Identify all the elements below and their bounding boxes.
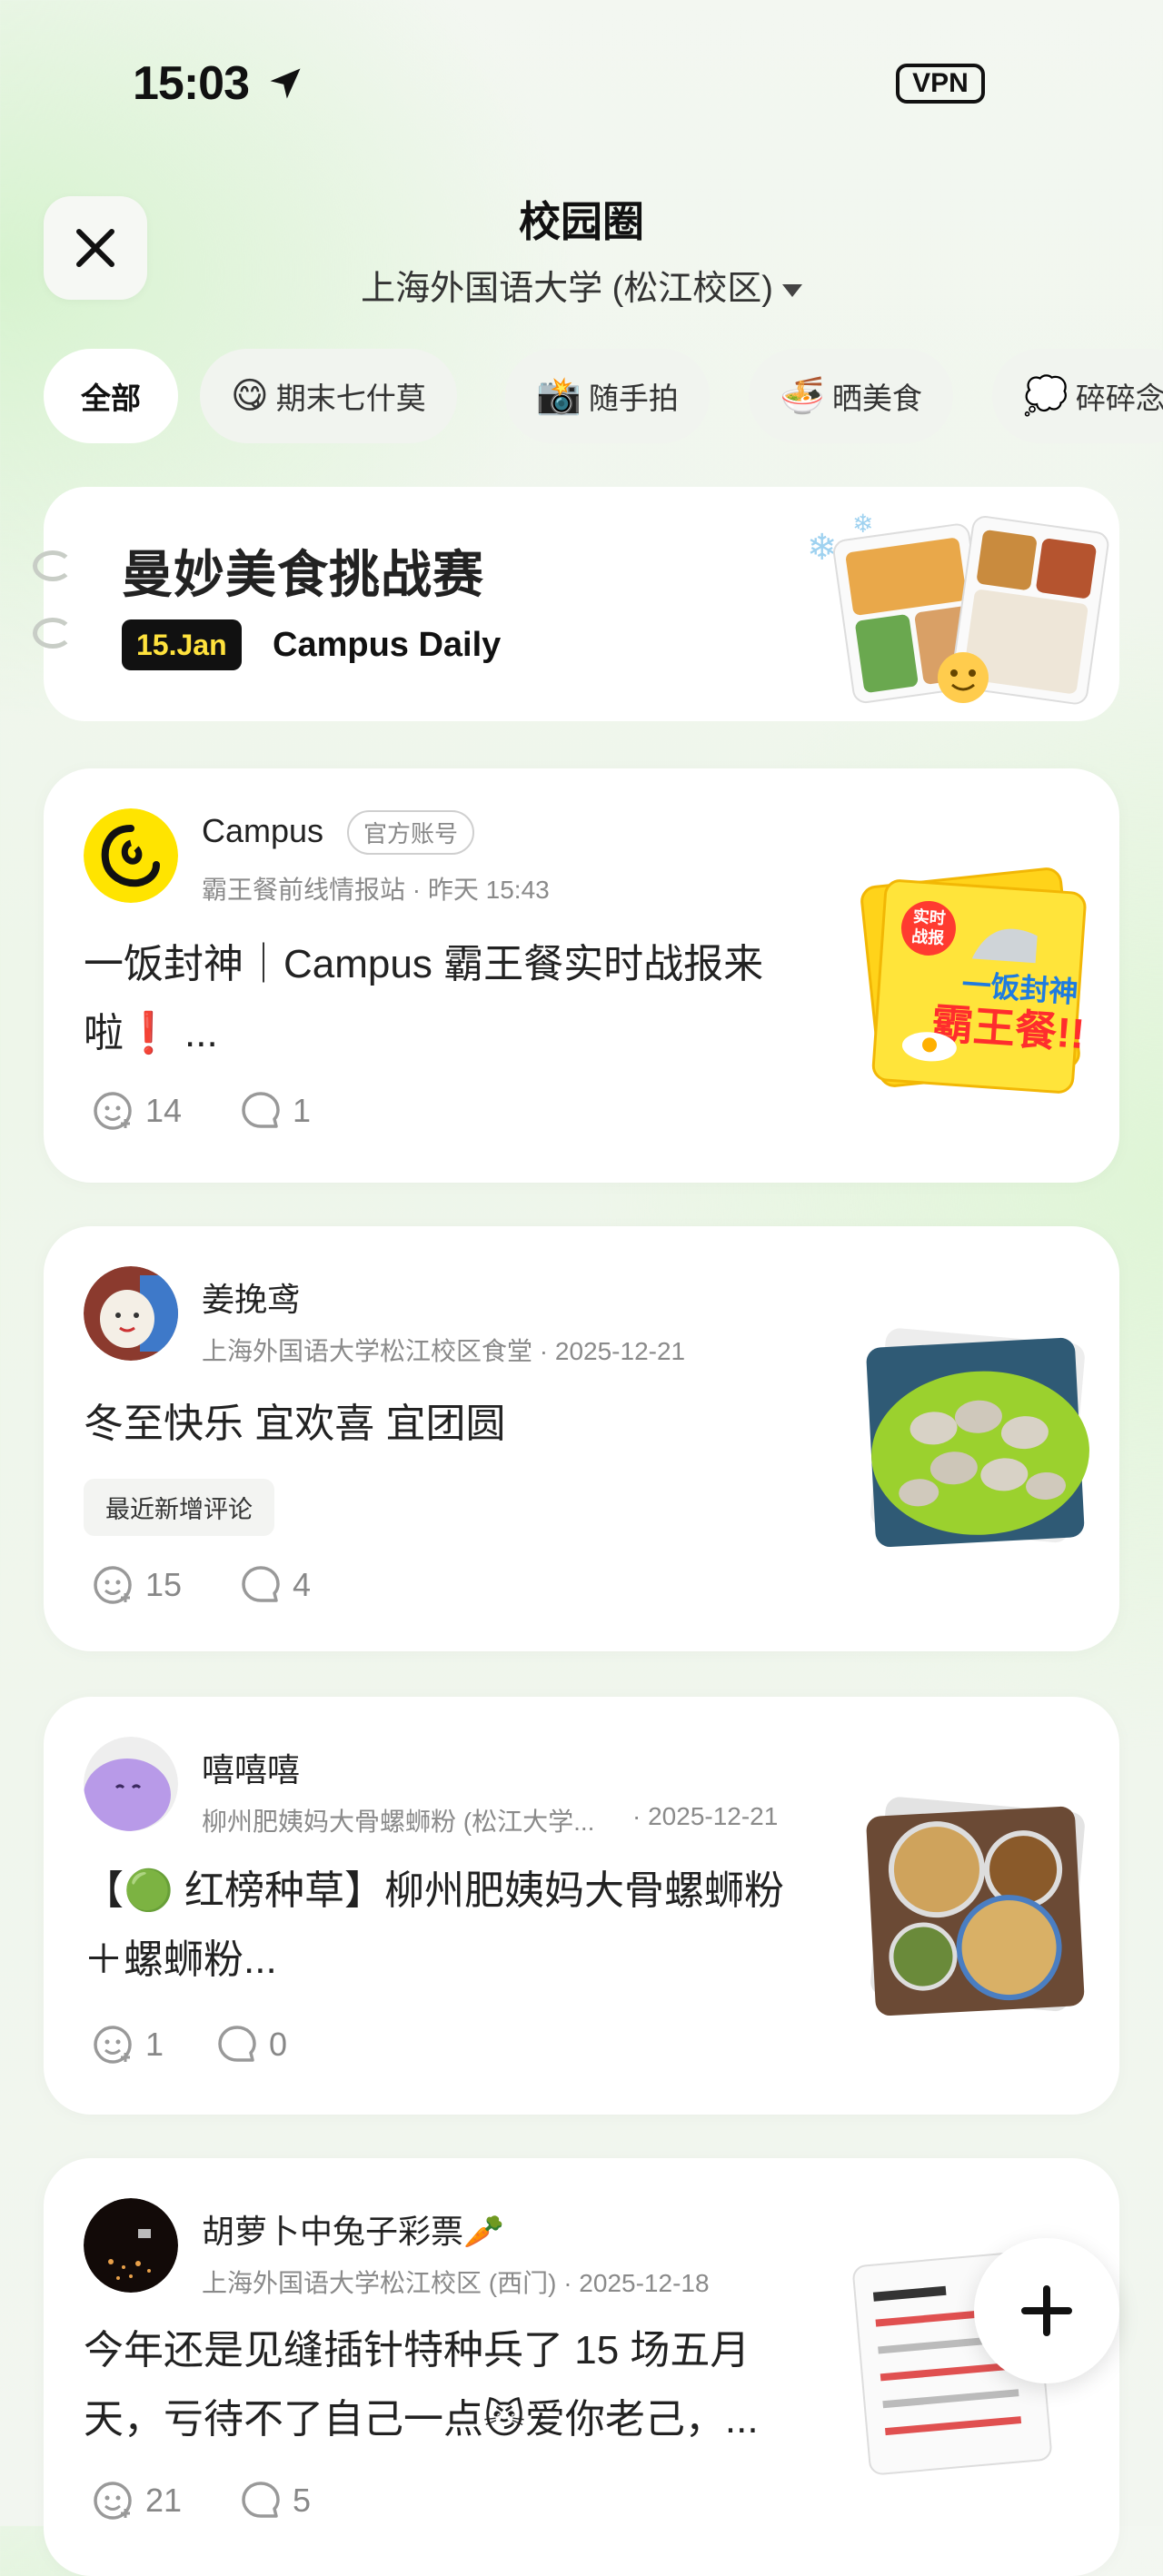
status-time: 15:03: [133, 57, 250, 110]
post-thumbnail: [866, 1797, 1085, 2016]
banner-date: 15.Jan: [122, 619, 242, 670]
plus-icon: [1021, 2285, 1072, 2336]
post-text-line: ＋螺蛳粉...: [84, 1937, 277, 1982]
react-smile-icon: [94, 2026, 132, 2064]
post-meta-date: · 2025-12-21: [632, 1802, 779, 1830]
binder-ring: [33, 618, 73, 649]
camera-emoji-icon: 📸: [536, 376, 582, 416]
post-thumbnail: [866, 1328, 1089, 1548]
food-tray-illustration: ❄ ❄: [807, 510, 1109, 705]
post-meta: 上海外国语大学松江校区食堂 · 2025-12-21: [202, 1337, 686, 1365]
post-text-line: 【🟢 红榜种草】柳州肥姨妈大骨螺蛳粉: [84, 1868, 785, 1913]
noodle-emoji-icon: 🍜: [780, 376, 825, 416]
comment-count: 1: [293, 1092, 312, 1129]
smile-emoji-icon: 😋: [231, 376, 269, 416]
location-arrow-icon: [270, 68, 301, 99]
author-name[interactable]: Campus: [202, 812, 323, 850]
like-button[interactable]: 21: [91, 2478, 182, 2523]
avatar: [84, 808, 178, 903]
recent-comment-tag: 最近新增评论: [84, 1479, 274, 1536]
post-card[interactable]: 姜挽鸢 上海外国语大学松江校区食堂 · 2025-12-21 冬至快乐 宜欢喜 …: [44, 1226, 1119, 1651]
post-text-line: 冬至快乐 宜欢喜 宜团圆: [84, 1402, 506, 1446]
svg-text:❄: ❄: [807, 528, 838, 568]
chip-label: 晒美食: [831, 381, 922, 415]
comment-button[interactable]: 1: [238, 1088, 311, 1134]
chip-food[interactable]: 🍜 晒美食: [749, 349, 953, 443]
post-meta: 上海外国语大学松江校区 (西门) · 2025-12-18: [202, 2269, 710, 2297]
comment-bubble-icon: [242, 1566, 280, 1602]
thumb-text: 战报: [911, 926, 945, 947]
chip-final-exam[interactable]: 😋 期末七什莫: [200, 349, 457, 443]
official-badge: 官方账号: [347, 810, 475, 855]
avatar: [84, 2198, 178, 2293]
comment-bubble-icon: [218, 2026, 256, 2062]
post-meta: 霸王餐前线情报站 · 昨天 15:43: [202, 876, 550, 904]
author-name[interactable]: 嘻嘻嘻: [202, 1744, 300, 1791]
author-name[interactable]: 姜挽鸢: [202, 1273, 300, 1321]
post-text-line: 啦❗ ...: [84, 1011, 218, 1055]
campus-selector[interactable]: 上海外国语大学 (松江校区): [0, 260, 1163, 310]
binder-ring: [33, 550, 73, 581]
caret-down-icon: [781, 283, 802, 297]
post-thumbnail: 实时 战报 一饭封神 霸王餐!!: [860, 867, 1087, 1094]
post-text-line: 一饭封神｜Campus 霸王餐实时战报来: [84, 942, 764, 986]
post-meta-place: 柳州肥姨妈大骨螺蛳粉 (松江大学...: [202, 1808, 595, 1836]
chip-label: 碎碎念: [1075, 381, 1163, 415]
svg-text:❄: ❄: [852, 510, 873, 538]
chip-murmur[interactable]: 💭 碎碎念: [992, 349, 1163, 443]
react-smile-icon: [94, 1092, 132, 1130]
like-count: 1: [145, 2026, 164, 2063]
thumb-text: 实时: [912, 907, 946, 927]
comment-bubble-icon: [242, 1092, 280, 1128]
thought-emoji-icon: 💭: [1023, 376, 1069, 416]
comment-button[interactable]: 5: [238, 2478, 311, 2523]
like-count: 15: [145, 1566, 183, 1603]
comment-bubble-icon: [242, 2482, 280, 2518]
like-count: 14: [145, 1092, 183, 1129]
banner-brand: Campus Daily: [273, 626, 502, 664]
like-count: 21: [145, 2482, 183, 2519]
comment-count: 0: [269, 2026, 288, 2063]
author-name[interactable]: 胡萝卜中兔子彩票🥕: [202, 2205, 504, 2253]
post-card[interactable]: 胡萝卜中兔子彩票🥕 上海外国语大学松江校区 (西门) · 2025-12-18 …: [44, 2158, 1119, 2576]
post-text-line: 天，亏待不了自己一点😼爱你老己，...: [84, 2397, 759, 2442]
post-card[interactable]: 嘻嘻嘻 柳州肥姨妈大骨螺蛳粉 (松江大学... · 2025-12-21 【🟢 …: [44, 1697, 1119, 2115]
event-banner[interactable]: 曼妙美食挑战赛 15.Jan Campus Daily ❄ ❄: [44, 487, 1119, 721]
avatar: [84, 1266, 178, 1361]
chip-label: 期末七什莫: [275, 381, 426, 415]
post-text-line: 今年还是见缝插针特种兵了 15 场五月: [84, 2328, 750, 2373]
campus-selector-label: 上海外国语大学 (松江校区): [361, 270, 773, 308]
comment-button[interactable]: 0: [214, 2022, 287, 2067]
like-button[interactable]: 14: [91, 1088, 182, 1134]
react-smile-icon: [94, 1566, 132, 1604]
like-button[interactable]: 15: [91, 1562, 182, 1608]
avatar: [84, 1737, 178, 1831]
new-post-button[interactable]: [974, 2238, 1119, 2383]
chip-label: 全部: [81, 381, 141, 415]
page-title: 校园圈: [519, 198, 644, 245]
comment-count: 5: [293, 2482, 312, 2519]
comment-count: 4: [293, 1566, 312, 1603]
like-button[interactable]: 1: [91, 2022, 164, 2067]
react-smile-icon: [94, 2482, 132, 2520]
chip-label: 随手拍: [588, 381, 679, 415]
chip-all[interactable]: 全部: [44, 349, 178, 443]
post-card[interactable]: Campus 官方账号 霸王餐前线情报站 · 昨天 15:43 一饭封神｜Cam…: [44, 768, 1119, 1183]
banner-title: 曼妙美食挑战赛: [122, 546, 484, 603]
comment-button[interactable]: 4: [238, 1562, 311, 1608]
vpn-indicator: VPN: [896, 64, 985, 104]
chip-snapshot[interactable]: 📸 随手拍: [505, 349, 710, 443]
